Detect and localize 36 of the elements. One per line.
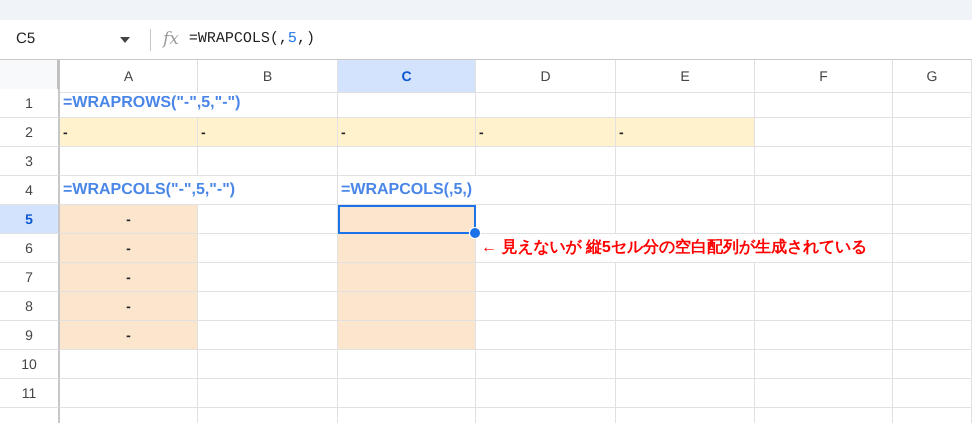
name-box[interactable]: C5: [16, 28, 36, 51]
column-header[interactable]: B: [198, 60, 338, 93]
column-header[interactable]: A: [60, 60, 198, 93]
cell-text: -: [126, 326, 131, 344]
formula-text: =WRAPCOLS(,5,): [341, 180, 472, 200]
cell-text: -: [126, 296, 131, 316]
cell-text: -: [479, 122, 484, 142]
row-header[interactable]: 3: [0, 147, 60, 176]
row-header[interactable]: 9: [0, 321, 60, 350]
column-header[interactable]: C: [338, 60, 476, 93]
row-header[interactable]: 10: [0, 350, 60, 379]
cell-text: -: [63, 122, 68, 142]
function-label: fx: [163, 28, 179, 51]
row-header[interactable]: 11: [0, 379, 60, 408]
cell-text: -: [126, 210, 131, 228]
formula-text: =WRAPROWS("-",5,"-"): [63, 93, 240, 113]
cell-text: -: [126, 238, 131, 258]
formula-text: =WRAPCOLS("-",5,"-"): [63, 180, 236, 200]
row-header[interactable]: 8: [0, 292, 60, 321]
row-header[interactable]: 4: [0, 176, 60, 205]
cell-text: -: [619, 122, 624, 142]
cell-text: -: [201, 122, 206, 142]
row-header[interactable]: 5: [0, 205, 60, 234]
formula-input[interactable]: =WRAPCOLS(,5,): [188, 28, 315, 51]
row-header[interactable]: 6: [0, 234, 60, 263]
column-header[interactable]: E: [616, 60, 755, 93]
cell-text: -: [341, 122, 346, 142]
column-header[interactable]: F: [755, 60, 893, 93]
row-header[interactable]: 2: [0, 118, 60, 147]
cell-text: -: [126, 268, 131, 286]
row-header[interactable]: 7: [0, 263, 60, 292]
column-header[interactable]: G: [893, 60, 972, 93]
column-header[interactable]: D: [476, 60, 616, 93]
row-header[interactable]: 1: [0, 89, 60, 118]
annotation-text: ← 見えないが 縦5セル分の空白配列が生成されている: [481, 237, 867, 258]
grid-cell[interactable]: ← 見えないが 縦5セル分の空白配列が生成されている: [476, 234, 893, 263]
